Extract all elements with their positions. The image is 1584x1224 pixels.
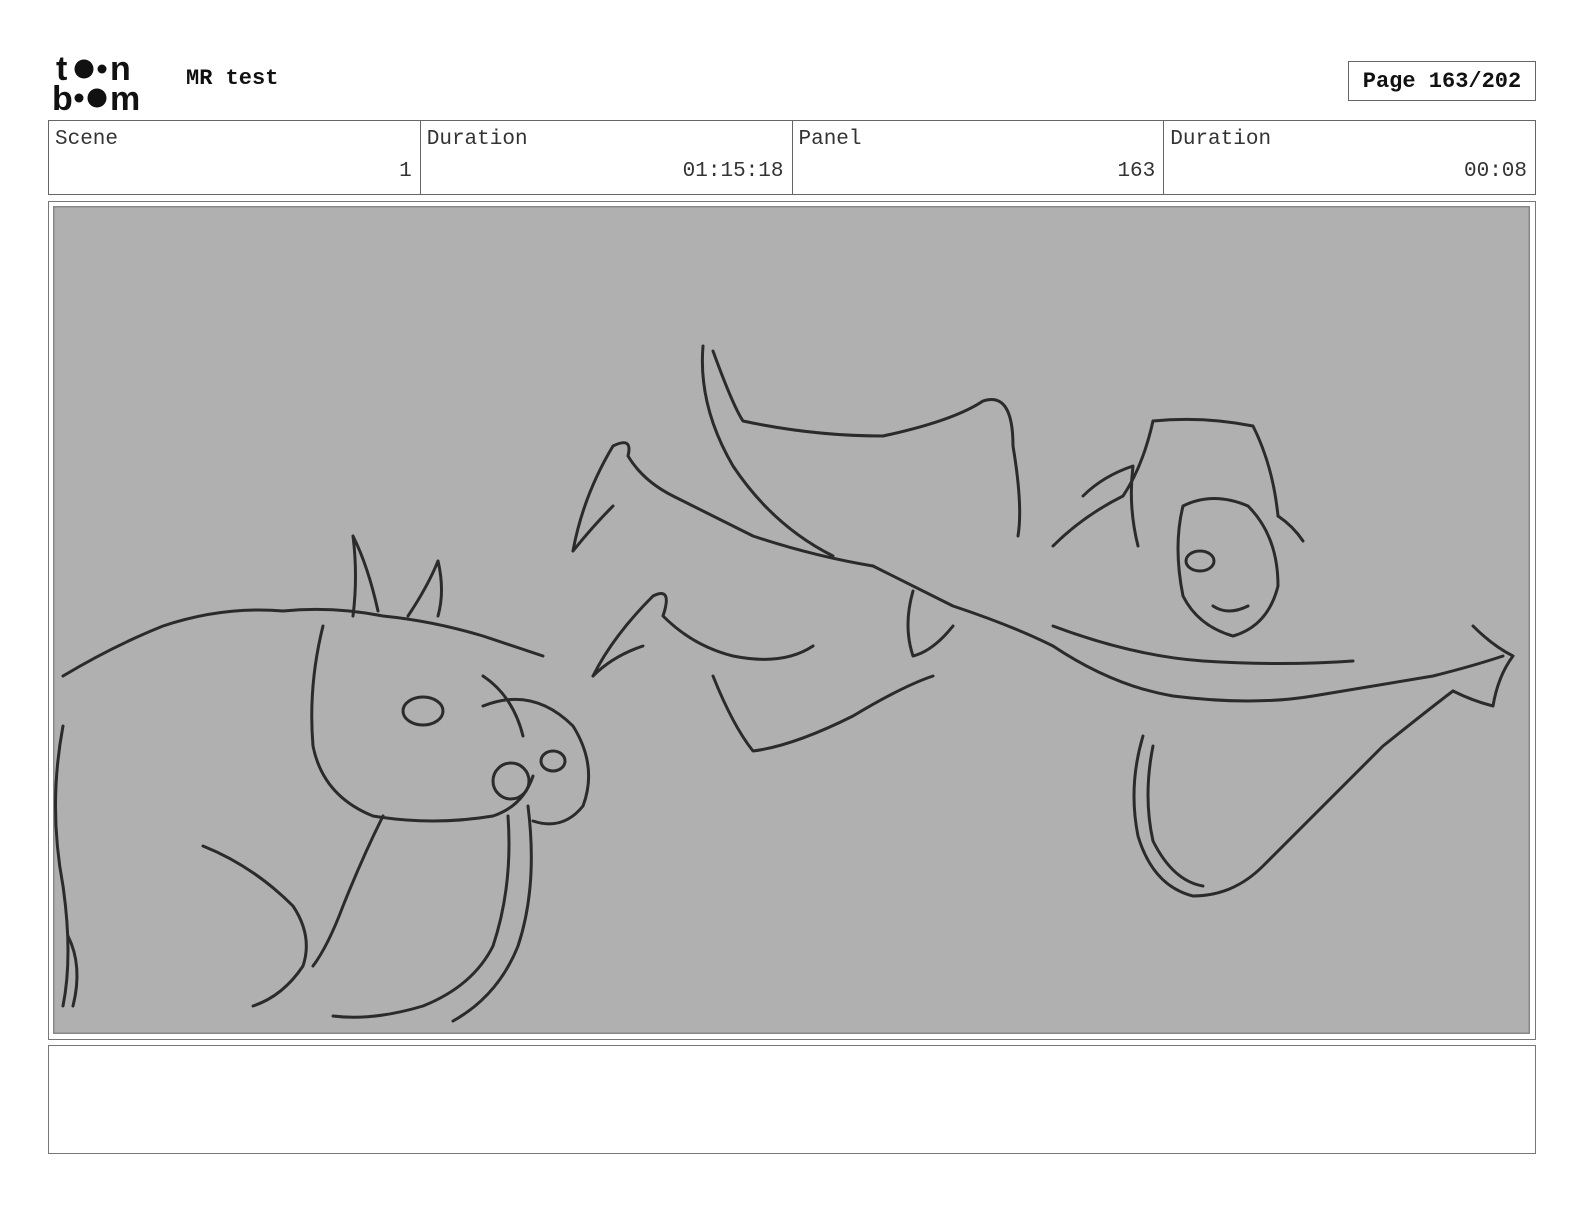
storyboard-sketch [53,206,1530,1034]
svg-text:m: m [110,80,140,112]
toon-boom-logo: t n b m [52,52,140,112]
scene-label: Scene [55,128,119,151]
scene-value: 1 [399,160,412,183]
panel-cell: Panel 163 [793,121,1165,194]
panel-duration-label: Duration [1170,128,1272,151]
scene-cell: Scene 1 [49,121,421,194]
panel-label: Panel [798,128,862,151]
scene-duration-value: 01:15:18 [682,160,784,183]
svg-text:b: b [52,80,73,112]
panel-value: 163 [1117,160,1156,183]
panel-notes-box [48,1045,1536,1154]
scene-duration-cell: Duration 01:15:18 [421,121,793,194]
storyboard-panel-frame [48,201,1536,1040]
page-indicator: Page 163/202 [1348,61,1536,101]
panel-info-table: Scene 1 Duration 01:15:18 Panel 163 Dura… [48,120,1536,195]
panel-duration-cell: Duration 00:08 [1164,121,1535,194]
project-title: MR test [186,66,279,91]
panel-duration-value: 00:08 [1463,160,1527,183]
scene-duration-label: Duration [426,128,528,151]
